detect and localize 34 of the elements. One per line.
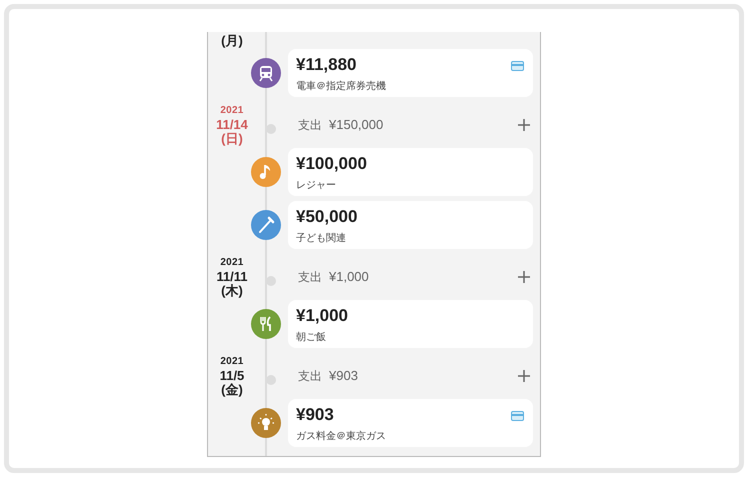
expense-label: 支出 (298, 117, 322, 134)
add-button[interactable] (517, 118, 531, 132)
expense-total: ¥1,000 (329, 268, 369, 286)
note-text: 電車＠指定席券売機 (296, 80, 387, 94)
weekday-label: (木) (221, 284, 243, 298)
transaction-card[interactable]: ¥903 ガス料金＠東京ガス (288, 399, 533, 447)
amount-text: ¥903 (296, 405, 335, 425)
date-year: 2021 (220, 256, 244, 270)
transaction-card[interactable]: ¥1,000 朝ご飯 (288, 300, 533, 348)
expense-label: 支出 (298, 368, 322, 385)
add-button[interactable] (517, 369, 531, 383)
amount-text: ¥1,000 (296, 306, 349, 326)
transaction-card[interactable]: ¥100,000 レジャー (288, 148, 533, 196)
note-text: 朝ご飯 (296, 330, 327, 345)
amount-text: ¥11,880 (296, 55, 358, 75)
transaction-card[interactable]: ¥11,880 電車＠指定席券売機 (288, 49, 533, 97)
weekday-label: (日) (221, 132, 243, 146)
date-label: 11/5 (220, 369, 244, 383)
amount-text: ¥100,000 (296, 154, 368, 174)
weekday-label: (月) (221, 34, 243, 48)
note-text: レジャー (296, 179, 337, 193)
expense-label: 支出 (298, 269, 322, 286)
transaction-card[interactable]: ¥50,000 子ども関連 (288, 201, 533, 249)
weekday-label: (金) (221, 383, 243, 397)
expense-total: ¥150,000 (329, 116, 384, 134)
amount-text: ¥50,000 (296, 207, 358, 227)
expense-total: ¥903 (329, 367, 358, 386)
note-text: ガス料金＠東京ガス (296, 430, 387, 444)
date-label: 11/14 (216, 118, 248, 132)
note-text: 子ども関連 (296, 232, 347, 246)
date-year: 2021 (220, 104, 244, 118)
add-button[interactable] (517, 270, 531, 284)
date-label: 11/11 (216, 270, 248, 284)
date-year: 2021 (220, 355, 244, 369)
